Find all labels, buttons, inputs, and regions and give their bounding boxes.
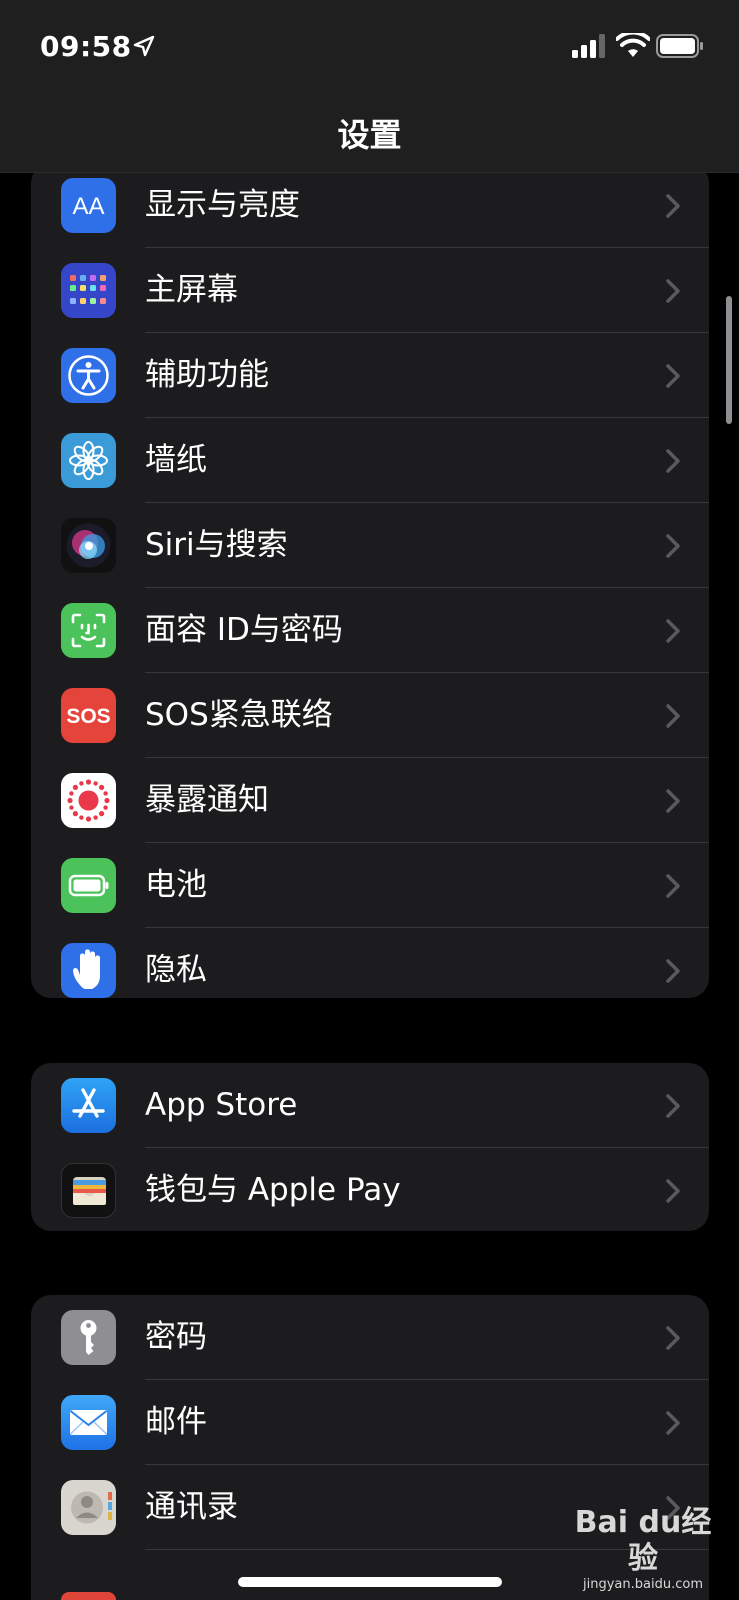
chevron-right-icon xyxy=(666,619,680,643)
watermark-url: jingyan.baidu.com xyxy=(583,1577,703,1592)
watermark-logo: Bai du经验 jingyan.baidu.com xyxy=(568,1505,718,1592)
watermark-brand: Bai du经验 xyxy=(574,1505,712,1576)
page-title: 设置 xyxy=(337,116,402,154)
settings-row-home-screen[interactable]: 主屏幕 xyxy=(31,248,709,333)
settings-row-face-id[interactable]: 面容 ID与密码 xyxy=(31,588,709,673)
settings-group-1: AA 显示与亮度 主屏幕 辅助功能 墙纸 Siri与搜索 面容 ID与密码 SO… xyxy=(31,163,709,998)
settings-row-label: 电池 xyxy=(145,867,207,903)
chevron-right-icon xyxy=(666,1179,680,1203)
chevron-right-icon xyxy=(666,194,680,218)
settings-row-label: SOS紧急联络 xyxy=(145,697,333,733)
exposure-notification-icon xyxy=(61,773,116,828)
chevron-right-icon xyxy=(666,279,680,303)
chevron-right-icon xyxy=(666,364,680,388)
settings-row-accessibility[interactable]: 辅助功能 xyxy=(31,333,709,418)
chevron-right-icon xyxy=(666,534,680,558)
chevron-right-icon xyxy=(666,789,680,813)
settings-row-label: 面容 ID与密码 xyxy=(145,612,343,648)
battery-status-icon xyxy=(656,34,703,58)
passwords-key-icon xyxy=(61,1310,116,1365)
settings-row-wallet[interactable]: 钱包与 Apple Pay xyxy=(31,1148,709,1231)
settings-row-label: 主屏幕 xyxy=(145,272,238,308)
settings-row-battery[interactable]: 电池 xyxy=(31,843,709,928)
settings-row-label: Siri与搜索 xyxy=(145,527,288,563)
chevron-right-icon xyxy=(666,449,680,473)
display-brightness-icon: AA xyxy=(61,178,116,233)
chevron-right-icon xyxy=(666,1411,680,1435)
app-store-icon xyxy=(61,1078,116,1133)
chevron-right-icon xyxy=(666,874,680,898)
settings-row-label: 邮件 xyxy=(145,1404,207,1440)
settings-row-label: 显示与亮度 xyxy=(145,187,300,223)
sos-icon-text: SOS xyxy=(66,705,110,728)
settings-row-label: App Store xyxy=(145,1087,298,1123)
face-id-icon xyxy=(61,603,116,658)
location-arrow-icon xyxy=(133,35,155,57)
settings-row-label: 钱包与 Apple Pay xyxy=(145,1172,401,1208)
status-time: 09:58 xyxy=(40,30,132,63)
wallet-icon xyxy=(61,1163,116,1218)
chevron-right-icon xyxy=(666,704,680,728)
svg-text:AA: AA xyxy=(72,193,104,220)
settings-row-sos[interactable]: SOS SOS紧急联络 xyxy=(31,673,709,758)
siri-icon xyxy=(61,518,116,573)
settings-row-label: 密码 xyxy=(145,1319,207,1355)
settings-row-exposure[interactable]: 暴露通知 xyxy=(31,758,709,843)
home-screen-icon xyxy=(61,263,116,318)
settings-row-label: 墙纸 xyxy=(145,442,207,478)
settings-group-2: App Store 钱包与 Apple Pay xyxy=(31,1063,709,1231)
accessibility-icon xyxy=(61,348,116,403)
sos-icon: SOS xyxy=(61,688,116,743)
vertical-scrollbar[interactable] xyxy=(726,296,732,424)
settings-row-wallpaper[interactable]: 墙纸 xyxy=(31,418,709,503)
chevron-right-icon xyxy=(666,1094,680,1118)
settings-row-label: 隐私 xyxy=(145,952,207,988)
wifi-icon xyxy=(616,33,650,57)
chevron-right-icon xyxy=(666,959,680,983)
settings-row-label: 辅助功能 xyxy=(145,357,269,393)
settings-row-siri[interactable]: Siri与搜索 xyxy=(31,503,709,588)
battery-setting-icon xyxy=(61,858,116,913)
wallpaper-icon xyxy=(61,433,116,488)
partially-visible-app-icon xyxy=(61,1592,116,1600)
top-bar: 09:58 设置 xyxy=(0,0,739,173)
settings-row-display[interactable]: AA 显示与亮度 xyxy=(31,163,709,248)
settings-row-privacy[interactable]: 隐私 xyxy=(31,928,709,998)
contacts-icon xyxy=(61,1480,116,1535)
privacy-hand-icon xyxy=(61,943,116,998)
settings-row-label: 暴露通知 xyxy=(145,782,269,818)
settings-row-app-store[interactable]: App Store xyxy=(31,1063,709,1148)
settings-row-passwords[interactable]: 密码 xyxy=(31,1295,709,1380)
settings-row-label: 通讯录 xyxy=(145,1489,238,1525)
settings-row-mail[interactable]: 邮件 xyxy=(31,1380,709,1465)
mail-icon xyxy=(61,1395,116,1450)
home-indicator[interactable] xyxy=(238,1577,502,1587)
chevron-right-icon xyxy=(666,1326,680,1350)
cellular-signal-icon xyxy=(572,34,605,58)
